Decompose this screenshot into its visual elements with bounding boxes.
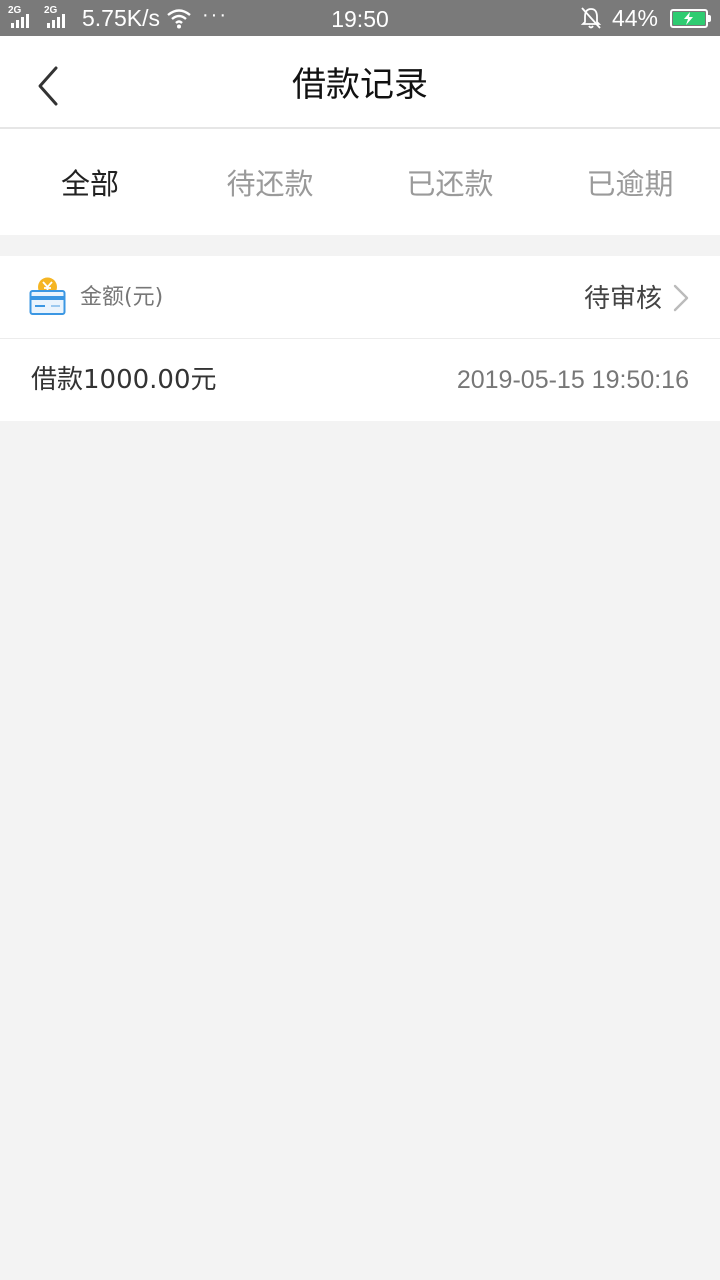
status-badge: 待审核 <box>583 284 662 314</box>
net-speed: 5.75K/s <box>82 4 160 31</box>
chevron-right-icon <box>673 284 689 312</box>
filter-tabs: 全部 待还款 已还款 已逾期 <box>0 129 720 235</box>
page-title: 借款记录 <box>292 65 428 105</box>
record-header[interactable]: 金额(元) 待审核 <box>0 256 720 339</box>
more-indicator: ··· <box>202 3 228 26</box>
battery-percent: 44% <box>611 4 658 31</box>
chevron-left-icon <box>38 66 58 106</box>
tab-overdue[interactable]: 已逾期 <box>540 129 720 235</box>
signal-icon: 2G <box>8 6 38 30</box>
battery-charging-icon <box>670 8 711 28</box>
header: 借款记录 <box>0 36 720 129</box>
loan-amount: 借款1000.00元 <box>31 365 217 395</box>
status-bar: 2G 2G 5.75K/s ··· 19:50 44% <box>0 0 720 36</box>
signal-icon-sim2: 2G <box>44 6 74 30</box>
loan-datetime: 2019-05-15 19:50:16 <box>456 366 689 394</box>
wifi-icon <box>167 9 191 29</box>
bell-muted-icon <box>580 7 602 29</box>
tab-all[interactable]: 全部 <box>0 129 180 235</box>
loan-record-card[interactable]: 金额(元) 待审核 借款1000.00元 2019-05-15 19:50:16 <box>0 256 720 421</box>
coin-card-icon <box>29 277 66 315</box>
status-bar-left: 2G 2G 5.75K/s ··· <box>8 0 228 36</box>
status-bar-right: 44% <box>580 0 711 36</box>
amount-label: 金额(元) <box>80 285 164 310</box>
tab-repaid[interactable]: 已还款 <box>360 129 540 235</box>
back-button[interactable] <box>30 64 70 108</box>
tab-pending-repayment[interactable]: 待还款 <box>180 129 360 235</box>
